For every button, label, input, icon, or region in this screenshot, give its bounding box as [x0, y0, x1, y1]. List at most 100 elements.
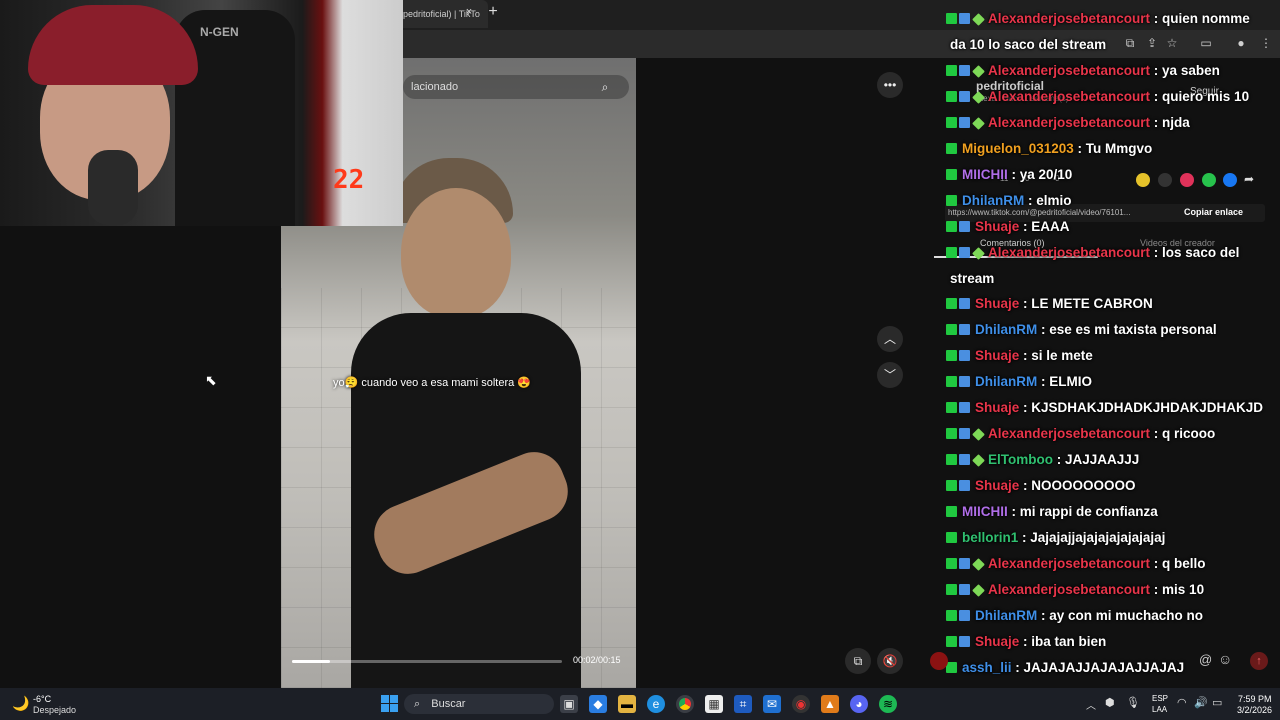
- chat-username[interactable]: Alexanderjosebetancourt: [988, 582, 1150, 597]
- language-indicator[interactable]: ESP: [1152, 694, 1168, 703]
- moderator-badge-icon: [946, 13, 957, 24]
- taskbar-time[interactable]: 7:59 PM: [1238, 694, 1272, 704]
- chat-message-text: q ricooo: [1162, 426, 1216, 442]
- pip-icon[interactable]: ⧉: [845, 648, 871, 674]
- chat-username[interactable]: DhilanRM: [975, 374, 1037, 389]
- moderator-badge-icon: [946, 116, 957, 128]
- chat-username[interactable]: Miguelon_031203: [962, 141, 1074, 156]
- video-time: 00:02/00:15: [573, 655, 621, 665]
- chat-separator: :: [1037, 322, 1050, 338]
- vip-badge-icon: [959, 13, 970, 24]
- subscriber-badge-icon: [972, 65, 985, 78]
- weather-moon-icon[interactable]: 🌙: [12, 695, 29, 712]
- vip-badge-icon: [959, 246, 970, 258]
- vip-badge-icon: [959, 64, 970, 76]
- tray-chevron-icon[interactable]: ︿: [1086, 697, 1096, 712]
- more-options-icon[interactable]: •••: [877, 72, 903, 98]
- chat-message: ElTomboo : JAJJAAJJJ: [946, 449, 1280, 471]
- search-input[interactable]: lacionado: [403, 75, 629, 99]
- chat-message-text: q bello: [1162, 555, 1206, 571]
- chat-username[interactable]: Shuaje: [975, 400, 1019, 415]
- chat-username[interactable]: DhilanRM: [975, 322, 1037, 337]
- chat-message-text: da 10 lo saco del stream: [950, 36, 1107, 52]
- video-progress-bar[interactable]: [292, 660, 562, 663]
- chat-username[interactable]: Alexanderjosebetancourt: [988, 63, 1150, 78]
- chrome-icon[interactable]: [676, 695, 694, 713]
- keyboard-layout[interactable]: LAA: [1152, 705, 1167, 714]
- chevron-up-icon[interactable]: ︿: [877, 326, 903, 352]
- moderator-badge-icon: [946, 454, 957, 466]
- chat-username[interactable]: Alexanderjosebetancourt: [988, 245, 1150, 260]
- send-message-icon[interactable]: ↑: [1250, 652, 1268, 670]
- file-explorer-icon[interactable]: ▬: [618, 695, 636, 713]
- subscriber-badge-icon: [972, 116, 985, 130]
- vip-badge-icon: [959, 454, 970, 466]
- chat-message: Shuaje : KJSDHAKJDHADKJHDAKJDHAKJD: [946, 397, 1280, 419]
- chat-username[interactable]: Alexanderjosebetancourt: [988, 11, 1150, 26]
- battery-icon[interactable]: ▭: [1212, 696, 1222, 709]
- chat-message: Alexanderjosebetancourt : quiero mis 10: [946, 86, 1280, 108]
- chevron-down-icon[interactable]: ﹀: [877, 362, 903, 388]
- moderator-badge-icon: [946, 635, 957, 647]
- weather-temperature[interactable]: -6°C: [33, 694, 51, 704]
- edge-icon[interactable]: e: [647, 695, 665, 713]
- app-blue-icon[interactable]: ⌗: [734, 695, 752, 713]
- chat-separator: :: [1150, 555, 1163, 571]
- chat-message-text: ese es mi taxista personal: [1049, 322, 1217, 338]
- chat-username[interactable]: bellorin1: [962, 530, 1018, 545]
- mute-icon[interactable]: 🔇: [877, 648, 903, 674]
- volume-icon[interactable]: 🔊: [1194, 696, 1208, 709]
- new-tab-button[interactable]: +: [486, 3, 500, 21]
- chat-username[interactable]: Alexanderjosebetancourt: [988, 426, 1150, 441]
- microphone-tray-icon[interactable]: 🎙: [1126, 696, 1140, 709]
- chat-username[interactable]: MIICHII: [962, 504, 1008, 519]
- close-tab-icon[interactable]: ×: [462, 6, 476, 18]
- obs-icon[interactable]: ◉: [792, 695, 810, 713]
- chat-message-text: LE METE CABRON: [1031, 296, 1153, 312]
- chat-message: Miguelon_031203 : Tu Mmgvo: [946, 138, 1280, 160]
- weather-condition[interactable]: Despejado: [33, 705, 76, 715]
- chat-username[interactable]: Shuaje: [975, 348, 1019, 363]
- chat-username[interactable]: Alexanderjosebetancourt: [988, 556, 1150, 571]
- chat-username[interactable]: ElTomboo: [988, 452, 1053, 467]
- taskbar-search[interactable]: ⌕ Buscar: [404, 694, 554, 714]
- streamer-cap: [28, 5, 198, 85]
- chat-message-text: quiero mis 10: [1162, 88, 1250, 104]
- taskbar-date[interactable]: 3/2/2026: [1237, 705, 1272, 715]
- vip-badge-icon: [959, 557, 970, 569]
- chat-username[interactable]: DhilanRM: [962, 193, 1024, 208]
- wifi-icon[interactable]: ◠: [1177, 696, 1187, 709]
- chat-username[interactable]: Shuaje: [975, 219, 1019, 234]
- chat-username[interactable]: Shuaje: [975, 478, 1019, 493]
- brave-icon[interactable]: ▲: [821, 695, 839, 713]
- chat-message-text: mis 10: [1162, 581, 1205, 597]
- taskbar-search-icon: ⌕: [414, 698, 421, 710]
- moderator-badge-icon: [946, 583, 957, 595]
- taskbar-search-label: Buscar: [431, 698, 466, 710]
- chat-message-text: stream: [950, 270, 995, 286]
- chat-username[interactable]: MIICHII: [962, 167, 1008, 182]
- chat-username[interactable]: Alexanderjosebetancourt: [988, 89, 1150, 104]
- mail-icon[interactable]: ✉: [763, 695, 781, 713]
- chat-separator: :: [1019, 296, 1032, 312]
- moderator-badge-icon: [946, 194, 957, 206]
- store-icon[interactable]: ▦: [705, 695, 723, 713]
- chat-username[interactable]: Alexanderjosebetancourt: [988, 115, 1150, 130]
- chat-message: Alexanderjosebetancourt : mis 10: [946, 579, 1280, 601]
- search-icon[interactable]: ⌕: [598, 80, 612, 94]
- moderator-badge-icon: [946, 428, 957, 440]
- chat-username[interactable]: Shuaje: [975, 634, 1019, 649]
- mention-icon[interactable]: @: [1199, 652, 1212, 667]
- chat-username[interactable]: DhilanRM: [975, 608, 1037, 623]
- chat-separator: :: [1019, 218, 1032, 234]
- discord-icon[interactable]: ◕: [850, 695, 868, 713]
- moderator-badge-icon: [946, 168, 957, 180]
- task-view-icon[interactable]: ▣: [560, 695, 578, 713]
- spotify-icon[interactable]: ≋: [879, 695, 897, 713]
- chat-username[interactable]: Shuaje: [975, 296, 1019, 311]
- tray-app-icon[interactable]: ⬢: [1105, 696, 1115, 709]
- widgets-icon[interactable]: ◆: [589, 695, 607, 713]
- chat-username[interactable]: assh_lii: [962, 660, 1012, 675]
- emoji-icon[interactable]: ☺: [1218, 651, 1232, 667]
- start-button[interactable]: [381, 695, 398, 712]
